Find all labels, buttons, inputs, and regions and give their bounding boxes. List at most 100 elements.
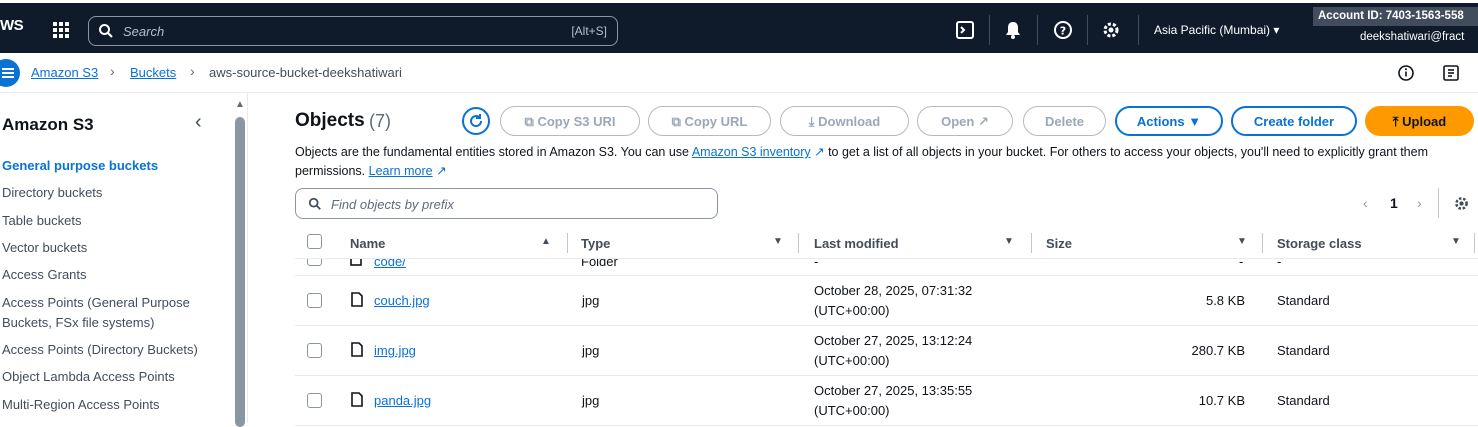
table-row[interactable]: panda.jpg jpg October 27, 2025, 13:35:55…	[295, 376, 1478, 426]
chevron-right-icon: ›	[190, 63, 195, 79]
external-link-icon: ↗	[977, 114, 989, 129]
select-all-checkbox[interactable]	[307, 234, 322, 249]
page-number[interactable]: 1	[1390, 195, 1398, 211]
region-selector[interactable]: Asia Pacific (Mumbai) ▾	[1154, 23, 1279, 37]
object-name-link[interactable]: panda.jpg	[374, 393, 431, 408]
sidebar: Amazon S3 ‹ General purpose buckets Dire…	[0, 93, 248, 427]
row-checkbox[interactable]	[307, 343, 322, 358]
sidebar-item-directory-buckets[interactable]: Directory buckets	[2, 183, 207, 203]
objects-count: (7)	[369, 111, 391, 131]
aws-logo[interactable]: WS	[0, 17, 24, 34]
object-size: 280.7 KB	[1191, 343, 1246, 358]
notifications-panel-icon[interactable]	[1442, 64, 1460, 82]
actions-button[interactable]: Actions ▼	[1115, 106, 1223, 136]
column-storage-class[interactable]: Storage class	[1277, 236, 1362, 251]
scrollbar-thumb[interactable]	[235, 117, 245, 427]
info-icon[interactable]	[1397, 64, 1415, 82]
find-objects-input[interactable]: Find objects by prefix	[295, 188, 718, 219]
filter-placeholder: Find objects by prefix	[331, 197, 454, 212]
sort-ascending-icon[interactable]: ▲	[541, 236, 551, 247]
breadcrumb: Amazon S3 › Buckets › aws-source-bucket-…	[0, 53, 1478, 93]
sort-icon[interactable]: ▼	[1451, 236, 1461, 247]
menu-icon[interactable]	[0, 59, 20, 87]
sidebar-item-access-points-general[interactable]: Access Points (General Purpose Buckets, …	[2, 293, 207, 333]
object-name-link[interactable]: code/	[374, 259, 406, 269]
sidebar-item-general-purpose-buckets[interactable]: General purpose buckets	[2, 156, 207, 176]
chevron-left-icon[interactable]: ‹	[195, 111, 202, 134]
create-folder-button[interactable]: Create folder	[1231, 106, 1357, 136]
breadcrumb-buckets[interactable]: Buckets	[130, 65, 176, 80]
object-last-modified: October 27, 2025, 13:35:55	[814, 383, 973, 398]
column-last-modified[interactable]: Last modified	[814, 236, 899, 251]
objects-title: Objects	[295, 110, 365, 131]
delete-button[interactable]: Delete	[1023, 106, 1106, 136]
row-checkbox[interactable]	[307, 259, 322, 266]
bell-icon[interactable]	[1003, 20, 1023, 40]
preferences-icon[interactable]	[1453, 195, 1470, 212]
table-row[interactable]: couch.jpg jpg October 28, 2025, 07:31:32…	[295, 276, 1478, 326]
object-type: jpg	[582, 293, 600, 308]
sidebar-item-access-points-directory[interactable]: Access Points (Directory Buckets)	[2, 340, 207, 360]
table-row[interactable]: img.jpg jpg October 27, 2025, 13:12:24 (…	[295, 326, 1478, 376]
table-row[interactable]: code/ Folder - - -	[295, 259, 1478, 276]
upload-button[interactable]: ⤒ Upload	[1365, 106, 1474, 136]
sort-icon[interactable]: ▼	[773, 236, 783, 247]
refresh-button[interactable]	[462, 107, 490, 135]
object-storage-class: Standard	[1277, 393, 1330, 408]
object-timezone: (UTC+00:00)	[814, 353, 890, 368]
upload-icon: ⤒	[1392, 114, 1399, 129]
sidebar-item-object-lambda[interactable]: Object Lambda Access Points	[2, 367, 207, 387]
folder-icon	[350, 259, 362, 266]
next-page-icon[interactable]: ›	[1417, 195, 1422, 211]
download-button[interactable]: ⤓ Download	[780, 106, 909, 136]
copy-url-button[interactable]: ⧉ Copy URL	[648, 106, 771, 136]
object-last-modified: -	[814, 259, 819, 269]
column-name[interactable]: Name	[350, 236, 385, 251]
object-timezone: (UTC+00:00)	[814, 303, 890, 318]
copy-s3-uri-button[interactable]: ⧉ Copy S3 URI	[500, 106, 640, 136]
object-name-link[interactable]: couch.jpg	[374, 293, 430, 308]
sidebar-title: Amazon S3	[2, 115, 94, 134]
external-link-icon: ↗	[436, 164, 447, 178]
row-checkbox[interactable]	[307, 293, 322, 308]
object-storage-class: Standard	[1277, 343, 1330, 358]
row-checkbox[interactable]	[307, 393, 322, 408]
svg-text:?: ?	[1060, 25, 1066, 38]
sidebar-item-access-grants[interactable]: Access Grants	[2, 265, 207, 285]
previous-page-icon[interactable]: ‹	[1363, 195, 1368, 211]
services-grid-icon[interactable]	[53, 22, 69, 38]
sidebar-scrollbar[interactable]: ▲	[234, 99, 246, 427]
column-type[interactable]: Type	[581, 236, 610, 251]
account-id: Account ID: 7403-1563-558	[1313, 7, 1478, 26]
objects-description: Objects are the fundamental entities sto…	[295, 145, 1428, 178]
scroll-up-icon[interactable]: ▲	[235, 99, 245, 110]
copy-icon: ⧉	[524, 114, 534, 129]
external-link-icon: ↗	[814, 145, 825, 159]
open-button[interactable]: Open ↗	[917, 106, 1013, 136]
object-name-link[interactable]: img.jpg	[374, 343, 416, 358]
help-icon[interactable]: ?	[1053, 20, 1073, 40]
object-size: -	[1239, 259, 1244, 269]
chevron-right-icon: ›	[110, 63, 115, 79]
settings-icon[interactable]	[1101, 20, 1121, 40]
object-storage-class: -	[1277, 259, 1282, 269]
sidebar-item-vector-buckets[interactable]: Vector buckets	[2, 238, 207, 258]
column-size[interactable]: Size	[1046, 236, 1072, 251]
inventory-link[interactable]: Amazon S3 inventory	[692, 145, 811, 159]
breadcrumb-amazon-s3[interactable]: Amazon S3	[31, 65, 98, 80]
file-icon	[351, 342, 363, 357]
sort-icon[interactable]: ▼	[1004, 236, 1014, 247]
object-last-modified: October 27, 2025, 13:12:24	[814, 333, 973, 348]
user-menu[interactable]: deekshatiwari@fract	[1360, 31, 1464, 43]
refresh-icon	[470, 114, 483, 128]
object-type: jpg	[582, 393, 600, 408]
table-header: Name ▲ Type ▼ Last modified ▼ Size ▼ Sto…	[295, 229, 1478, 259]
file-icon	[351, 392, 363, 407]
learn-more-link[interactable]: Learn more	[369, 164, 433, 178]
sidebar-item-table-buckets[interactable]: Table buckets	[2, 211, 207, 231]
sort-icon[interactable]: ▼	[1237, 236, 1247, 247]
object-type: jpg	[582, 343, 600, 358]
search-input[interactable]: Search [Alt+S]	[88, 16, 618, 46]
cloudshell-icon[interactable]	[955, 20, 975, 40]
sidebar-item-multi-region[interactable]: Multi-Region Access Points	[2, 395, 207, 415]
